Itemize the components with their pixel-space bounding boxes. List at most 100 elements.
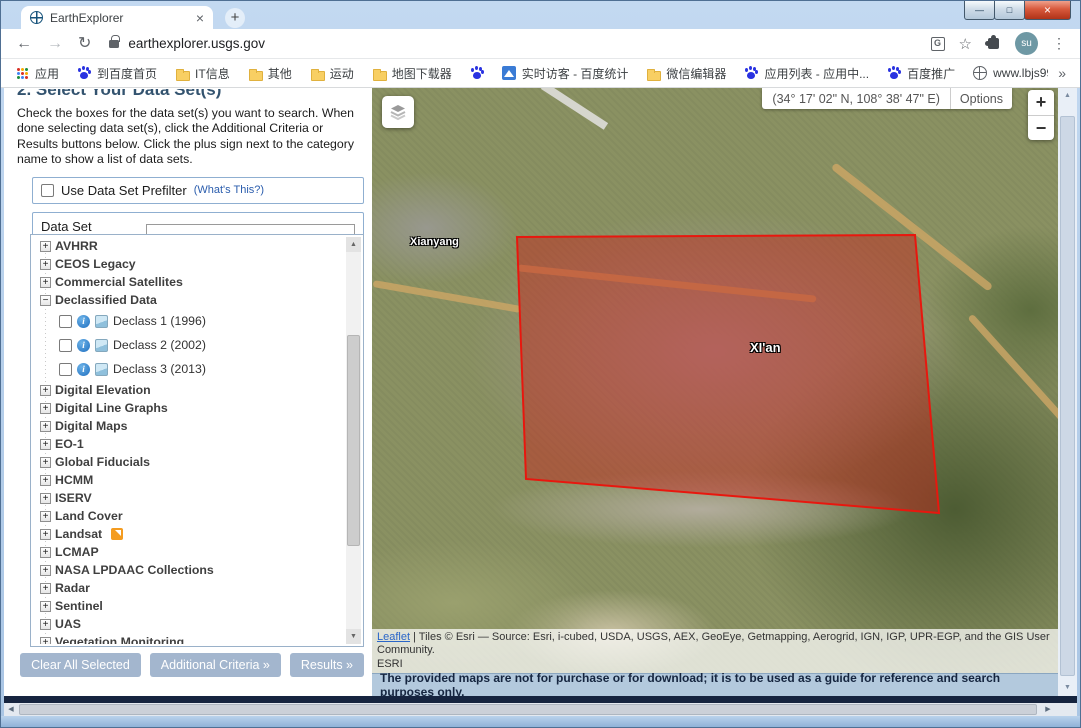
expand-icon[interactable]: +	[40, 511, 51, 522]
tree-category[interactable]: +Commercial Satellites	[37, 273, 346, 291]
scroll-left-icon[interactable]: ◀	[4, 703, 18, 716]
expand-icon[interactable]: +	[40, 583, 51, 594]
tree-category[interactable]: +LCMAP	[37, 543, 346, 561]
additional-criteria-button[interactable]: Additional Criteria »	[150, 653, 281, 677]
info-icon[interactable]	[77, 339, 90, 352]
expand-icon[interactable]: +	[40, 601, 51, 612]
expand-icon[interactable]: +	[40, 637, 51, 645]
expand-icon[interactable]: +	[40, 439, 51, 450]
expand-icon[interactable]: +	[40, 457, 51, 468]
forward-icon[interactable]: →	[47, 36, 63, 52]
maximize-button[interactable]: □	[994, 1, 1025, 20]
expand-icon[interactable]: +	[40, 529, 51, 540]
browser-tab[interactable]: EarthExplorer ×	[21, 6, 213, 29]
dataset-checkbox[interactable]	[59, 363, 72, 376]
bookmarks-overflow-icon[interactable]: »	[1058, 65, 1066, 81]
expand-icon[interactable]: +	[40, 241, 51, 252]
scroll-up-icon[interactable]: ▲	[1058, 88, 1077, 104]
scroll-down-icon[interactable]: ▼	[1058, 680, 1077, 696]
dataset-thumbnail-icon[interactable]	[95, 315, 108, 328]
extensions-icon[interactable]	[988, 38, 999, 49]
map-imagery[interactable]: XianyangXI'an	[372, 88, 1058, 673]
tree-category[interactable]: +Vegetation Monitoring	[37, 633, 346, 644]
tree-category[interactable]: +Sentinel	[37, 597, 346, 615]
bookmark-item[interactable]: 实时访客 - 百度统计	[502, 65, 629, 82]
back-icon[interactable]: ←	[16, 36, 32, 52]
info-icon[interactable]	[77, 315, 90, 328]
expand-icon[interactable]: +	[40, 421, 51, 432]
clear-all-selected-button[interactable]: Clear All Selected	[20, 653, 141, 677]
tree-category[interactable]: +Digital Elevation	[37, 381, 346, 399]
dataset-thumbnail-icon[interactable]	[95, 339, 108, 352]
map-options-button[interactable]: Options	[950, 88, 1012, 109]
minimize-button[interactable]: —	[964, 1, 995, 20]
reload-icon[interactable]: ↻	[78, 36, 91, 52]
bookmark-item[interactable]	[470, 66, 484, 80]
tree-dataset-row[interactable]: Declass 1 (1996)	[59, 309, 346, 333]
tree-scroll-thumb[interactable]	[347, 335, 360, 547]
dataset-thumbnail-icon[interactable]	[95, 363, 108, 376]
tree-category[interactable]: +Land Cover	[37, 507, 346, 525]
lock-icon[interactable]	[109, 40, 119, 48]
results-button[interactable]: Results »	[290, 653, 364, 677]
collapse-icon[interactable]: −	[40, 295, 51, 306]
tree-category[interactable]: +ISERV	[37, 489, 346, 507]
bookmark-item[interactable]: 应用	[15, 65, 59, 82]
bookmark-item[interactable]: 应用列表 - 应用中...	[744, 65, 869, 82]
profile-avatar[interactable]: su	[1015, 32, 1038, 55]
vertical-scroll-thumb[interactable]	[1060, 116, 1075, 676]
bookmark-item[interactable]: www.lbjs99.com	[973, 66, 1048, 80]
expand-icon[interactable]: +	[40, 493, 51, 504]
close-button[interactable]: ×	[1024, 1, 1071, 20]
tree-category[interactable]: +Radar	[37, 579, 346, 597]
selection-polygon[interactable]	[517, 235, 939, 513]
expand-icon[interactable]: +	[40, 259, 51, 270]
expand-icon[interactable]: +	[40, 475, 51, 486]
tree-category[interactable]: −Declassified Data	[37, 291, 346, 309]
expand-icon[interactable]: +	[40, 403, 51, 414]
prefilter-checkbox[interactable]	[41, 184, 54, 197]
tree-scrollbar[interactable]: ▲ ▼	[346, 237, 361, 644]
tree-category[interactable]: +EO-1	[37, 435, 346, 453]
new-tab-button[interactable]: +	[225, 8, 245, 28]
bookmark-item[interactable]: 地图下载器	[372, 65, 452, 82]
tree-category[interactable]: +HCMM	[37, 471, 346, 489]
bookmark-item[interactable]: 运动	[310, 65, 354, 82]
bookmark-star-icon[interactable]: ☆	[959, 35, 972, 53]
bookmark-item[interactable]: 到百度首页	[77, 65, 157, 82]
zoom-out-button[interactable]: −	[1028, 115, 1054, 140]
zoom-in-button[interactable]: +	[1028, 90, 1054, 115]
expand-icon[interactable]: +	[40, 385, 51, 396]
tree-dataset-row[interactable]: Declass 2 (2002)	[59, 333, 346, 357]
page-horizontal-scrollbar[interactable]: ◀ ▶	[4, 703, 1077, 716]
tree-category[interactable]: +NASA LPDAAC Collections	[37, 561, 346, 579]
tree-category[interactable]: +Digital Maps	[37, 417, 346, 435]
tree-scroll-up-icon[interactable]: ▲	[346, 237, 361, 252]
expand-icon[interactable]: +	[40, 565, 51, 576]
bookmark-item[interactable]: 百度推广	[887, 65, 955, 82]
tab-close-icon[interactable]: ×	[196, 11, 204, 25]
info-icon[interactable]	[77, 363, 90, 376]
dataset-checkbox[interactable]	[59, 315, 72, 328]
tree-category[interactable]: +Landsat	[37, 525, 346, 543]
layers-control[interactable]	[382, 96, 414, 128]
address-bar[interactable]: earthexplorer.usgs.gov	[128, 36, 930, 51]
expand-icon[interactable]: +	[40, 277, 51, 288]
whats-this-link[interactable]: (What's This?)	[194, 184, 264, 196]
tree-category[interactable]: +Global Fiducials	[37, 453, 346, 471]
horizontal-scroll-thumb[interactable]	[19, 704, 1037, 715]
tree-category[interactable]: +UAS	[37, 615, 346, 633]
scroll-right-icon[interactable]: ▶	[1041, 703, 1055, 716]
bookmark-item[interactable]: 其他	[248, 65, 292, 82]
dataset-checkbox[interactable]	[59, 339, 72, 352]
bookmark-item[interactable]: 微信编辑器	[646, 65, 726, 82]
bookmark-item[interactable]: IT信息	[175, 65, 230, 82]
translate-icon[interactable]: G	[931, 37, 945, 51]
leaflet-link[interactable]: Leaflet	[377, 631, 410, 643]
tree-category[interactable]: +Digital Line Graphs	[37, 399, 346, 417]
tree-scroll-down-icon[interactable]: ▼	[346, 629, 361, 644]
browser-menu-icon[interactable]: ⋮	[1052, 35, 1066, 52]
expand-icon[interactable]: +	[40, 619, 51, 630]
map-pane[interactable]: XianyangXI'an (34° 17' 02" N, 108° 38' 4…	[372, 88, 1058, 696]
tree-category[interactable]: +AVHRR	[37, 237, 346, 255]
